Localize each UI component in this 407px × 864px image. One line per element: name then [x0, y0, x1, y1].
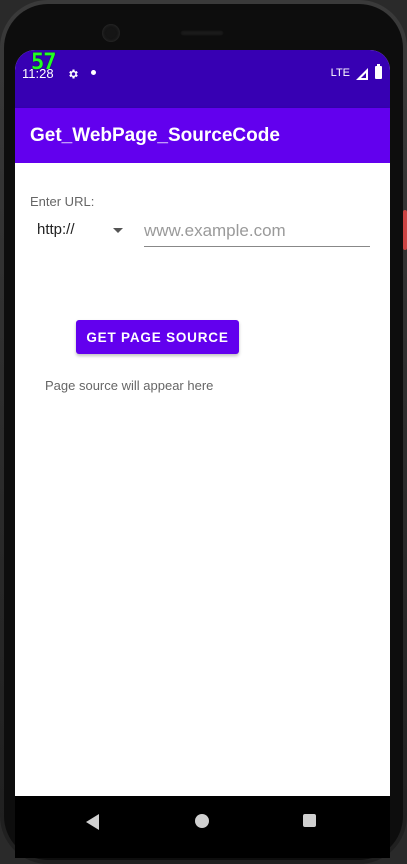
navigation-bar [15, 796, 390, 858]
network-type: LTE [330, 67, 350, 79]
page-source-output: Page source will appear here [45, 378, 214, 393]
back-icon[interactable] [86, 814, 99, 830]
app-bar: Get_WebPage_SourceCode [15, 108, 390, 163]
dropdown-arrow-icon [113, 228, 123, 233]
enter-url-label: Enter URL: [30, 194, 95, 209]
url-input[interactable] [144, 218, 370, 247]
signal-icon [356, 68, 368, 80]
home-icon[interactable] [195, 814, 209, 828]
app-title: Get_WebPage_SourceCode [30, 125, 280, 146]
front-camera [102, 24, 120, 42]
earpiece-speaker [180, 30, 224, 36]
recents-icon[interactable] [303, 814, 316, 827]
protocol-dropdown[interactable]: http:// [27, 215, 127, 245]
phone-frame: 11:28 57 LTE Get_WebPage_SourceCode Ente… [0, 0, 407, 864]
battery-icon [375, 64, 382, 79]
status-bar: 11:28 57 LTE [15, 50, 390, 108]
protocol-selected: http:// [37, 221, 75, 238]
fps-counter: 57 [31, 50, 56, 75]
notification-dot-icon [91, 70, 96, 75]
main-content: Enter URL: http:// GET PAGE SOURCE Page … [15, 163, 390, 796]
device-screen: 11:28 57 LTE Get_WebPage_SourceCode Ente… [15, 50, 390, 858]
gear-icon [69, 69, 78, 79]
get-page-source-button[interactable]: GET PAGE SOURCE [76, 320, 239, 354]
power-button[interactable] [403, 210, 407, 250]
